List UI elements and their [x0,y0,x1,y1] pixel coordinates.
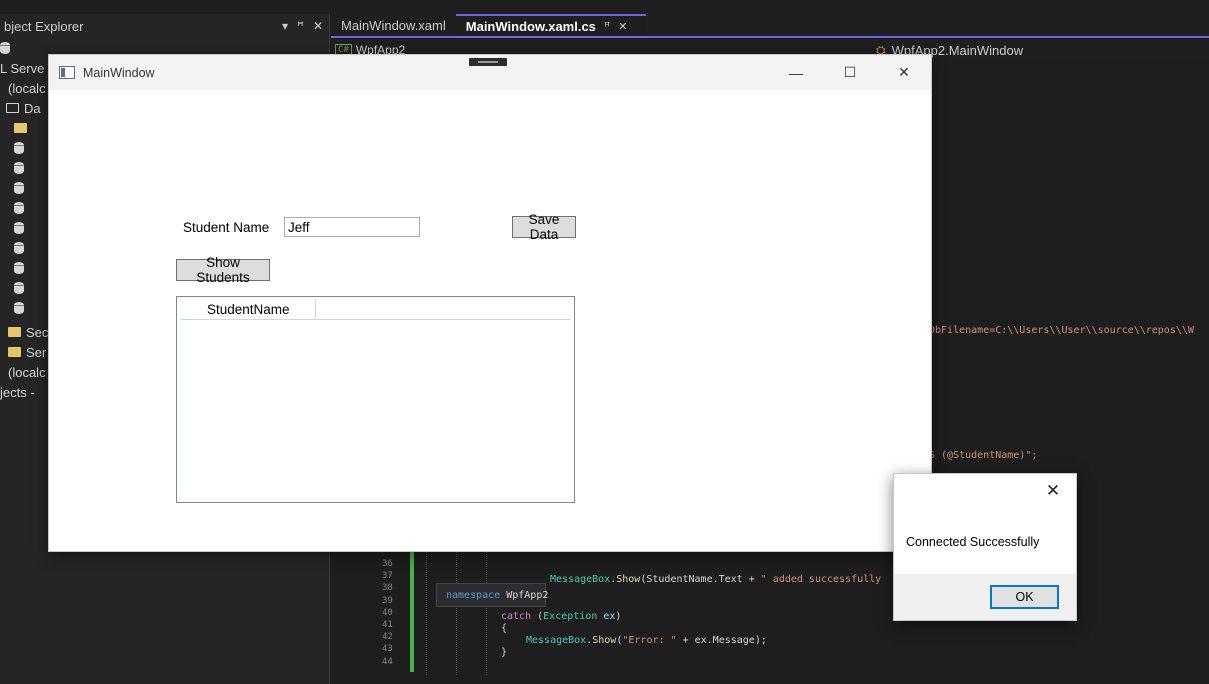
namespace-tooltip: namespace WpfApp2 [436,583,548,607]
object-explorer-header: bject Explorer ▾ ꟸ ✕ [0,14,329,38]
object-explorer-node[interactable]: Da [6,98,41,118]
object-explorer-node[interactable] [14,218,30,238]
database-icon [14,262,24,274]
folder-icon [14,123,27,133]
line-number: 39 [382,595,393,606]
object-explorer-node[interactable] [14,258,30,278]
database-icon [14,282,24,294]
code-connection-string-fragment: DbFilename=C:\\Users\\User\\source\\repo… [929,325,1194,336]
server-icon [0,42,10,54]
folder-icon [8,347,21,357]
object-explorer-node-label: Sec [26,324,49,340]
database-icon [14,142,24,154]
line-number: 36 [382,559,393,569]
line-number: 42 [382,632,393,643]
object-explorer-node[interactable] [14,198,30,218]
pin-icon[interactable]: ꟸ [297,19,304,33]
save-data-button[interactable]: Save Data [512,212,576,242]
tab-mainwindow-xaml-cs[interactable]: MainWindow.xaml.cs ꟸ ✕ [455,14,646,36]
show-students-button[interactable]: Show Students [176,255,270,285]
code-line-37: MessageBox.Show(StudentName.Text + " add… [550,574,882,585]
object-explorer-node[interactable]: Sec [8,322,48,342]
database-icon [14,302,24,314]
line-number: 44 [382,656,393,667]
object-explorer-node[interactable] [14,278,30,298]
tab-mainwindow-xaml[interactable]: MainWindow.xaml [331,14,456,36]
object-explorer-node[interactable] [0,38,16,58]
message-box-dialog: ✕ Connected Successfully OK [893,473,1077,621]
datagrid-header: StudentName [181,299,570,320]
code-line-42: MessageBox.Show("Error: " + ex.Message); [526,635,767,646]
object-explorer-node[interactable] [14,118,32,138]
ok-button[interactable]: OK [990,585,1059,609]
object-explorer-node[interactable]: (localc [8,78,46,98]
column-header-studentname[interactable]: StudentName [181,299,316,320]
code-values-fragment: S (@StudentName)"; [929,450,1038,461]
database-icon [14,242,24,254]
code-line-40: catch (Exception ex) [501,611,622,622]
database-icon [14,182,24,194]
folder-icon [8,327,21,337]
object-explorer-node[interactable]: (localc [8,362,46,382]
object-explorer-node[interactable] [14,298,30,318]
line-number: 41 [382,620,393,630]
object-explorer-node[interactable] [14,158,30,178]
maximize-button[interactable]: ☐ [823,55,877,90]
close-icon[interactable]: ✕ [313,19,323,33]
database-icon [14,202,24,214]
line-number: 40 [382,607,393,618]
close-icon[interactable]: ✕ [618,20,627,33]
line-number: 38 [382,583,393,594]
editor-tab-strip: MainWindow.xaml MainWindow.xaml.cs ꟸ ✕ [331,14,1209,38]
window-icon [59,66,75,79]
student-name-input[interactable] [284,217,420,237]
change-indicator-bar [410,552,414,672]
message-box-titlebar[interactable]: ✕ [894,474,1076,508]
object-explorer-node-label: Ser [26,344,47,360]
object-explorer-node[interactable]: L Serve [0,58,44,78]
object-explorer-title: bject Explorer [4,18,84,34]
object-explorer-node[interactable]: jects - [0,382,35,402]
code-line-41: { [501,623,508,634]
object-explorer-node-label: L Serve [0,60,45,76]
object-explorer-node-label: (localc [8,80,46,96]
object-explorer-node[interactable] [14,238,30,258]
main-window-titlebar[interactable]: MainWindow — ☐ ✕ [49,55,931,90]
drag-grip-icon[interactable] [469,58,507,66]
main-window: MainWindow — ☐ ✕ Student Name Save Data … [48,54,932,552]
message-box-footer: OK [894,574,1076,620]
database-icon [14,162,24,174]
vs-top-strip [0,0,1209,14]
line-number: 43 [382,644,393,655]
close-button[interactable]: ✕ [877,55,931,90]
object-explorer-node[interactable]: Ser [8,342,46,362]
students-datagrid[interactable]: StudentName [176,296,575,503]
code-line-43: } [501,647,508,658]
object-explorer-node-label: jects - [0,384,35,400]
message-box-text: Connected Successfully [906,535,1040,549]
student-name-label: Student Name [183,220,270,235]
minimize-button[interactable]: — [769,55,823,90]
object-explorer-node-label: Da [24,100,41,116]
database-icon [14,222,24,234]
message-box-close-button[interactable]: ✕ [1030,474,1076,508]
pin-icon[interactable]: ꟸ [604,20,610,33]
folder-open-icon [6,103,19,113]
object-explorer-node[interactable] [14,138,30,158]
object-explorer-node[interactable] [14,178,30,198]
dropdown-icon[interactable]: ▾ [282,19,288,33]
main-window-title: MainWindow [83,65,155,80]
object-explorer-node-label: (localc [8,364,46,380]
line-number: 37 [382,571,393,582]
